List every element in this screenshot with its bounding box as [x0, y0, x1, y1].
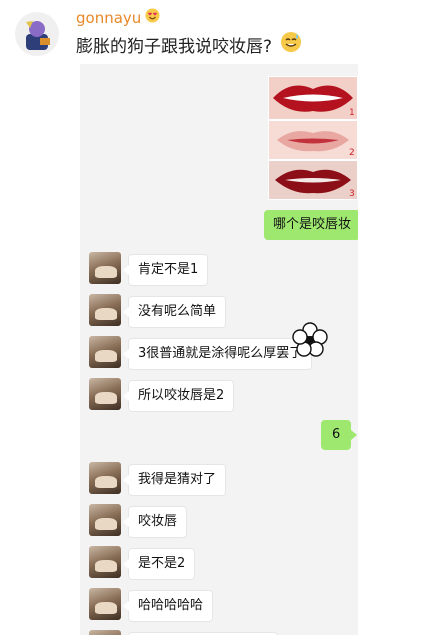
friend-avatar[interactable] [89, 336, 121, 368]
friend-avatar[interactable] [89, 546, 121, 578]
message-bubble-received[interactable]: 我得是猜对了 [122, 464, 227, 496]
post-header: gonnayu 膨胀的狗子跟我说咬妆唇? [0, 0, 440, 62]
message-bubble-received[interactable]: 3很普通就是涂得呢么厚罢了 [122, 338, 313, 370]
post-text-content: 膨胀的狗子跟我说咬妆唇? [76, 37, 273, 57]
user-avatar[interactable] [15, 12, 59, 56]
message-bubble-received[interactable]: 哈哈哈哈哈 [122, 590, 214, 622]
friend-avatar[interactable] [89, 252, 121, 284]
friend-avatar[interactable] [89, 588, 121, 620]
heart-eyes-emoji-icon [145, 8, 160, 27]
lip-label-3: 3 [349, 189, 355, 199]
lip-label-2: 2 [349, 148, 355, 158]
lip-photo-3[interactable]: 3 [268, 160, 358, 200]
message-bubble-received[interactable]: 肯定不是1 [122, 254, 209, 286]
message-bubble-sent[interactable]: 哪个是咬唇妆 [264, 210, 358, 240]
username[interactable]: gonnayu [76, 8, 160, 27]
message-bubble-received[interactable]: 所以咬妆唇是2 [122, 380, 235, 412]
friend-avatar[interactable] [89, 630, 121, 635]
username-text[interactable]: gonnayu [76, 9, 141, 27]
lip-label-1: 1 [349, 108, 355, 118]
friend-avatar[interactable] [89, 378, 121, 410]
post-text: 膨胀的狗子跟我说咬妆唇? [76, 31, 302, 58]
message-bubble-received[interactable]: 是不是2 [122, 548, 196, 580]
friend-avatar[interactable] [89, 462, 121, 494]
message-bubble-received[interactable]: 没有呢么简单 [122, 296, 227, 328]
lip-photo-2[interactable]: 2 [268, 120, 358, 160]
sweat-smile-emoji-icon [280, 31, 302, 58]
message-bubble-sent[interactable]: 6 [321, 420, 358, 450]
lip-photo-1[interactable]: 1 [268, 76, 358, 120]
flower-sticker-icon [292, 322, 328, 358]
friend-avatar[interactable] [89, 294, 121, 326]
friend-avatar[interactable] [89, 504, 121, 536]
message-bubble-received[interactable]: 咬妆唇 [122, 506, 188, 538]
